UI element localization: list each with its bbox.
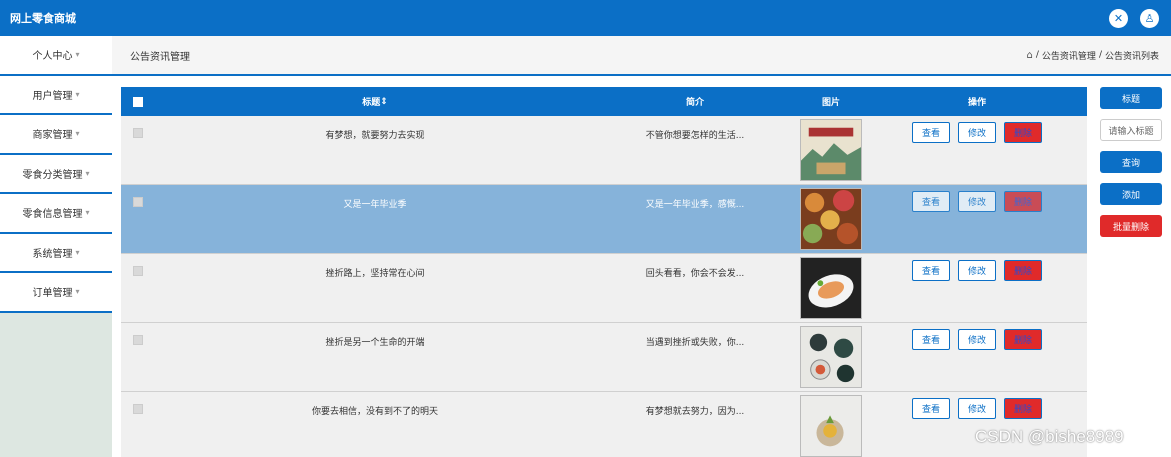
watermark: CSDN @bishe8989 — [975, 427, 1124, 446]
chevron-down-icon: ▾ — [85, 208, 90, 218]
column-header-intro: 简介 — [685, 98, 704, 108]
edit-button[interactable]: 修改 — [958, 260, 997, 281]
row-thumbnail — [800, 119, 862, 181]
chevron-down-icon: ▾ — [75, 89, 80, 99]
batch-delete-button[interactable]: 批量删除 — [1100, 215, 1162, 237]
breadcrumb-separator: / — [1098, 50, 1102, 60]
row-title: 有梦想，就要努力去实现 — [325, 131, 425, 141]
sidebar-item-label: 订单管理 — [32, 288, 73, 300]
view-button[interactable]: 查看 — [911, 191, 950, 212]
search-panel: 标题 请输入标题 查询 添加 批量删除 — [1100, 87, 1162, 247]
row-title: 挫折路上，坚持常在心间 — [325, 269, 425, 279]
sort-icon: ⇕ — [380, 96, 388, 107]
page-title: 公告资讯管理 — [130, 51, 190, 63]
column-header-actions: 操作 — [967, 98, 986, 108]
table-row[interactable]: 又是一年毕业季 又是一年毕业季，感慨... 查看 修改 删除 — [121, 185, 1087, 254]
chevron-down-icon: ▾ — [75, 129, 80, 139]
delete-button[interactable]: 删除 — [1004, 191, 1043, 212]
row-thumbnail — [800, 395, 862, 457]
sidebar-item-users[interactable]: 用户管理 ▾ — [0, 75, 112, 115]
row-intro: 不管你想要怎样的生活... — [645, 131, 745, 141]
query-button[interactable]: 查询 — [1100, 151, 1162, 173]
delete-button[interactable]: 删除 — [1004, 122, 1043, 143]
row-thumbnail — [800, 326, 862, 388]
chevron-down-icon: ▾ — [75, 247, 80, 257]
row-checkbox[interactable] — [133, 197, 143, 207]
delete-button[interactable]: 删除 — [1004, 398, 1043, 419]
sidebar-item-label: 用户管理 — [32, 90, 73, 102]
row-checkbox[interactable] — [133, 128, 143, 138]
header-icons: ✕ ♙ — [1109, 8, 1159, 28]
view-button[interactable]: 查看 — [911, 398, 950, 419]
page-header: 公告资讯管理 ⌂ / 公告资讯管理 / 公告资讯列表 — [112, 36, 1171, 76]
row-title: 又是一年毕业季 — [343, 200, 407, 210]
edit-button[interactable]: 修改 — [958, 122, 997, 143]
top-header: 网上零食商城 ✕ ♙ — [0, 0, 1171, 36]
sidebar-item-label: 系统管理 — [32, 248, 73, 260]
table-row[interactable]: 有梦想，就要努力去实现 不管你想要怎样的生活... 查看 修改 删除 — [121, 116, 1087, 185]
table-row[interactable]: 挫折路上，坚持常在心间 回头看看，你会不会发... 查看 修改 删除 — [121, 254, 1087, 323]
sidebar-item-label: 个人中心 — [32, 51, 73, 63]
edit-button[interactable]: 修改 — [958, 329, 997, 350]
sidebar-item-label: 零食信息管理 — [22, 209, 83, 221]
sidebar-item-orders[interactable]: 订单管理 ▾ — [0, 273, 112, 313]
chevron-down-icon: ▾ — [75, 50, 80, 60]
sidebar-item-snack-categories[interactable]: 零食分类管理 ▾ — [0, 154, 112, 194]
row-checkbox[interactable] — [133, 266, 143, 276]
table-row[interactable]: 你要去相信，没有到不了的明天 有梦想就去努力，因为... 查看 修改 删除 — [121, 392, 1087, 457]
row-intro: 又是一年毕业季，感慨... — [645, 200, 745, 210]
view-button[interactable]: 查看 — [911, 122, 950, 143]
add-button[interactable]: 添加 — [1100, 183, 1162, 205]
app-title: 网上零食商城 — [10, 12, 76, 25]
row-checkbox[interactable] — [133, 335, 143, 345]
row-checkbox[interactable] — [133, 404, 143, 414]
delete-button[interactable]: 删除 — [1004, 329, 1043, 350]
edit-button[interactable]: 修改 — [958, 191, 997, 212]
row-intro: 当遇到挫折或失败，你... — [645, 338, 745, 348]
view-button[interactable]: 查看 — [911, 329, 950, 350]
home-icon[interactable]: ⌂ — [1027, 50, 1033, 61]
chevron-down-icon: ▾ — [75, 287, 80, 297]
row-intro: 回头看看，你会不会发... — [645, 269, 745, 279]
table-row[interactable]: 挫折是另一个生命的开端 当遇到挫折或失败，你... 查看 修改 删除 — [121, 323, 1087, 392]
chevron-down-icon: ▾ — [85, 168, 90, 178]
row-title: 挫折是另一个生命的开端 — [325, 338, 425, 348]
column-header-image: 图片 — [821, 98, 840, 108]
user-icon[interactable]: ♙ — [1140, 8, 1159, 28]
breadcrumb: ⌂ / 公告资讯管理 / 公告资讯列表 — [1027, 49, 1159, 62]
title-search-input[interactable]: 请输入标题 — [1100, 119, 1162, 141]
sidebar-item-system[interactable]: 系统管理 ▾ — [0, 233, 112, 273]
row-thumbnail — [800, 257, 862, 319]
sidebar-item-label: 零食分类管理 — [22, 169, 83, 181]
announcement-table: 标题 ⇕ 简介 图片 操作 有梦想，就要努力去实现 不管你想要怎样的生活... 查… — [121, 87, 1087, 457]
select-all-checkbox[interactable] — [133, 96, 143, 107]
fullscreen-icon[interactable]: ✕ — [1109, 8, 1128, 28]
sidebar: 个人中心 ▾ 用户管理 ▾ 商家管理 ▾ 零食分类管理 ▾ 零食信息管理 ▾ 系统管理 ▾ … — [0, 36, 112, 457]
sidebar-item-personal-center[interactable]: 个人中心 ▾ — [0, 36, 112, 76]
breadcrumb-item-current: 公告资讯列表 — [1104, 51, 1159, 62]
column-header-title[interactable]: 标题 ⇕ — [155, 87, 595, 116]
row-thumbnail — [800, 188, 862, 250]
title-field-label: 标题 — [1100, 87, 1162, 109]
breadcrumb-separator: / — [1035, 50, 1039, 60]
sidebar-item-merchants[interactable]: 商家管理 ▾ — [0, 115, 112, 155]
sidebar-item-label: 商家管理 — [32, 130, 73, 142]
row-intro: 有梦想就去努力，因为... — [645, 407, 745, 417]
breadcrumb-item[interactable]: 公告资讯管理 — [1042, 49, 1096, 62]
row-title: 你要去相信，没有到不了的明天 — [311, 407, 438, 417]
table-header: 标题 ⇕ 简介 图片 操作 — [121, 87, 1087, 116]
edit-button[interactable]: 修改 — [958, 398, 997, 419]
delete-button[interactable]: 删除 — [1004, 260, 1043, 281]
view-button[interactable]: 查看 — [911, 260, 950, 281]
sidebar-item-snack-info[interactable]: 零食信息管理 ▾ — [0, 194, 112, 234]
